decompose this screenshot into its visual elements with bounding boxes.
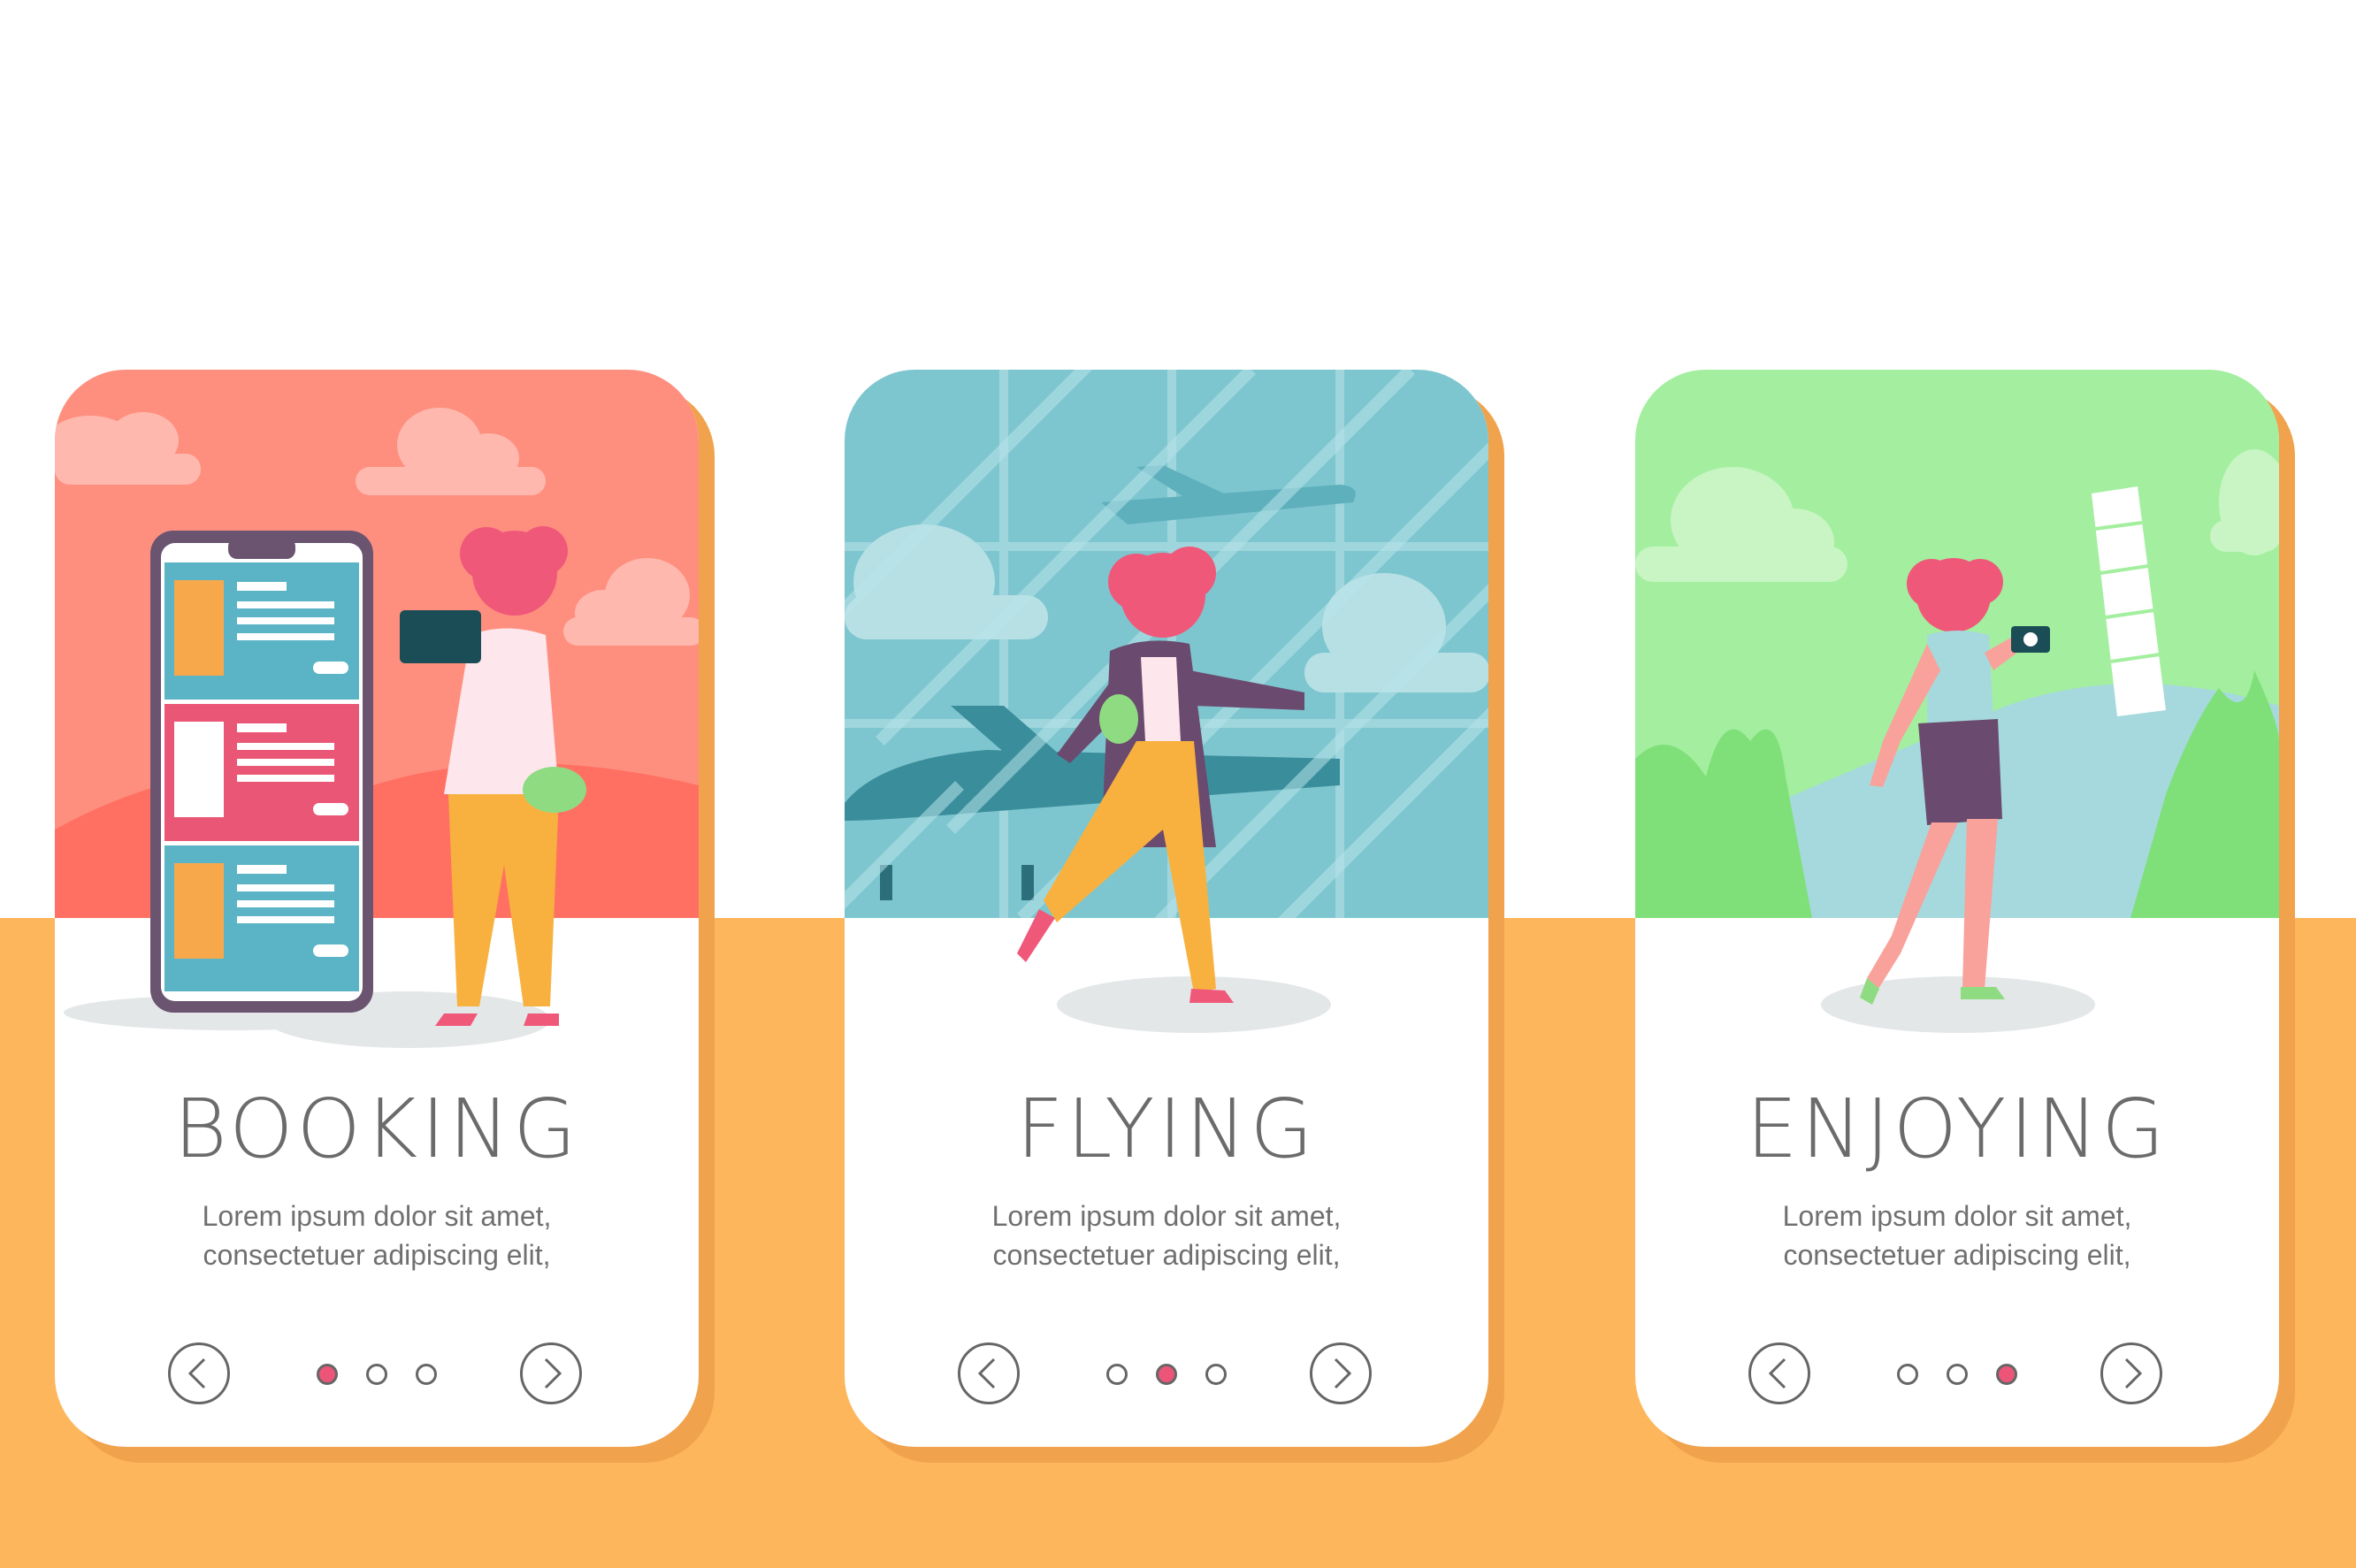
card-title: FLYING [1016, 1082, 1317, 1176]
enjoying-illustration-background [1635, 370, 2279, 918]
onboarding-card-booking: BOOKING Lorem ipsum dolor sit amet, cons… [55, 370, 699, 1447]
chevron-right-icon [544, 1358, 562, 1389]
onboarding-card-enjoying: ENJOYING Lorem ipsum dolor sit amet, con… [1635, 370, 2279, 1447]
chevron-right-icon [2124, 1358, 2143, 1389]
prev-button[interactable] [168, 1342, 230, 1404]
pagination-dot-1[interactable] [1897, 1364, 1918, 1385]
pagination-dots [317, 1364, 437, 1387]
card-description-line: consectetuer adipiscing elit, [203, 1239, 551, 1271]
chevron-left-icon [977, 1358, 996, 1389]
flying-illustration-background [845, 370, 1488, 918]
card-description: Lorem ipsum dolor sit amet, consectetuer… [55, 1197, 699, 1274]
pagination-dots [1106, 1364, 1227, 1387]
pagination-dot-3[interactable] [416, 1364, 437, 1385]
card-description-line: Lorem ipsum dolor sit amet, [202, 1200, 552, 1232]
card-navigation [1635, 1334, 2279, 1419]
chevron-left-icon [1768, 1358, 1786, 1389]
pagination-dots [1897, 1364, 2017, 1387]
card-navigation [845, 1334, 1488, 1419]
next-button[interactable] [2100, 1342, 2162, 1404]
chevron-right-icon [1334, 1358, 1352, 1389]
card-description-line: Lorem ipsum dolor sit amet, [991, 1200, 1342, 1232]
next-button[interactable] [520, 1342, 582, 1404]
pagination-dot-3[interactable] [1996, 1364, 2017, 1385]
prev-button[interactable] [958, 1342, 1020, 1404]
pagination-dot-2[interactable] [1947, 1364, 1968, 1385]
card-description-line: Lorem ipsum dolor sit amet, [1782, 1200, 2132, 1232]
pagination-dot-2[interactable] [366, 1364, 387, 1385]
next-button[interactable] [1310, 1342, 1372, 1404]
card-description: Lorem ipsum dolor sit amet, consectetuer… [1635, 1197, 2279, 1274]
chevron-left-icon [187, 1358, 206, 1389]
pagination-dot-2[interactable] [1156, 1364, 1177, 1385]
booking-illustration-background [55, 370, 699, 918]
card-description-line: consectetuer adipiscing elit, [1783, 1239, 2131, 1271]
pagination-dot-1[interactable] [317, 1364, 338, 1385]
pagination-dot-1[interactable] [1106, 1364, 1128, 1385]
card-description: Lorem ipsum dolor sit amet, consectetuer… [845, 1197, 1488, 1274]
card-description-line: consectetuer adipiscing elit, [992, 1239, 1341, 1271]
card-title: BOOKING [173, 1082, 580, 1176]
onboarding-card-flying: FLYING Lorem ipsum dolor sit amet, conse… [845, 370, 1488, 1447]
pagination-dot-3[interactable] [1205, 1364, 1227, 1385]
card-navigation [55, 1334, 699, 1419]
prev-button[interactable] [1748, 1342, 1810, 1404]
card-title: ENJOYING [1746, 1082, 2169, 1176]
